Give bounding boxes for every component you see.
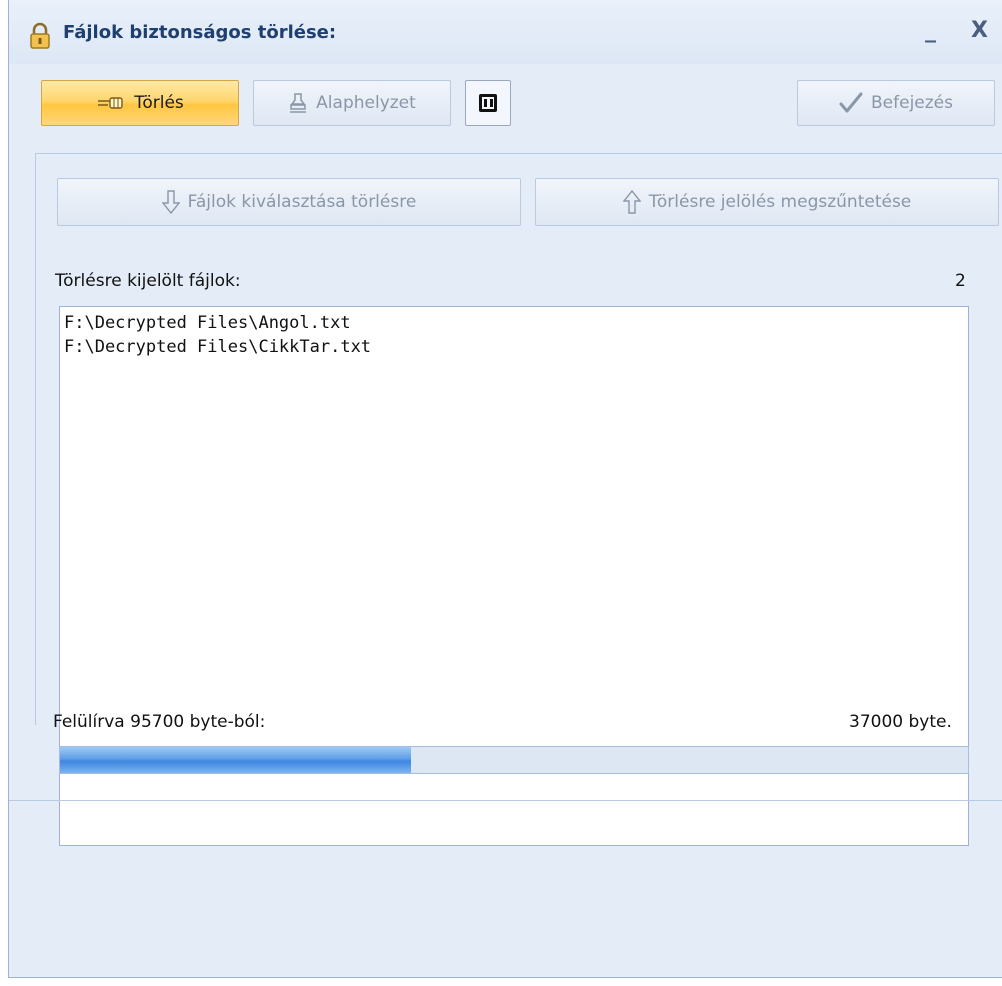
arrow-up-icon bbox=[622, 189, 641, 215]
finish-button[interactable]: Befejezés bbox=[797, 80, 995, 126]
list-item[interactable]: F:\Decrypted Files\Angol.txt bbox=[64, 311, 964, 335]
close-button[interactable]: X bbox=[971, 18, 988, 43]
pause-button[interactable] bbox=[465, 80, 511, 126]
pointing-hand-icon bbox=[96, 94, 126, 112]
secure-delete-window: Fájlok biztonságos törlése: _ X Törlés A… bbox=[8, 0, 1002, 978]
bottom-divider bbox=[9, 800, 1002, 801]
arrow-down-icon bbox=[161, 189, 180, 215]
minimize-button[interactable]: _ bbox=[925, 18, 936, 43]
stamp-icon bbox=[288, 92, 308, 114]
unmark-files-label: Törlésre jelölés megszűntetése bbox=[648, 192, 912, 212]
reset-button[interactable]: Alaphelyzet bbox=[253, 80, 451, 126]
progress-bar-fill bbox=[60, 747, 412, 773]
finish-button-label: Befejezés bbox=[871, 93, 953, 113]
pause-icon bbox=[479, 94, 497, 112]
reset-button-label: Alaphelyzet bbox=[316, 93, 416, 113]
file-count: 2 bbox=[955, 271, 966, 291]
unmark-files-button[interactable]: Törlésre jelölés megszűntetése bbox=[535, 178, 999, 226]
window-title: Fájlok biztonságos törlése: bbox=[63, 22, 337, 43]
progress-bar bbox=[59, 746, 969, 774]
select-files-button[interactable]: Fájlok kiválasztása törlésre bbox=[57, 178, 521, 226]
progress-done-text: 37000 byte. bbox=[849, 712, 952, 732]
select-files-label: Fájlok kiválasztása törlésre bbox=[187, 192, 417, 212]
progress-label: Felülírva 95700 byte-ból: bbox=[53, 712, 266, 732]
checkmark-icon bbox=[839, 92, 863, 114]
title-bar: Fájlok biztonságos törlése: _ X bbox=[9, 0, 1002, 64]
delete-button[interactable]: Törlés bbox=[41, 80, 239, 126]
files-heading: Törlésre kijelölt fájlok: bbox=[55, 271, 241, 291]
lock-icon bbox=[29, 22, 51, 50]
delete-button-label: Törlés bbox=[134, 93, 184, 113]
list-item[interactable]: F:\Decrypted Files\CikkTar.txt bbox=[64, 335, 964, 359]
